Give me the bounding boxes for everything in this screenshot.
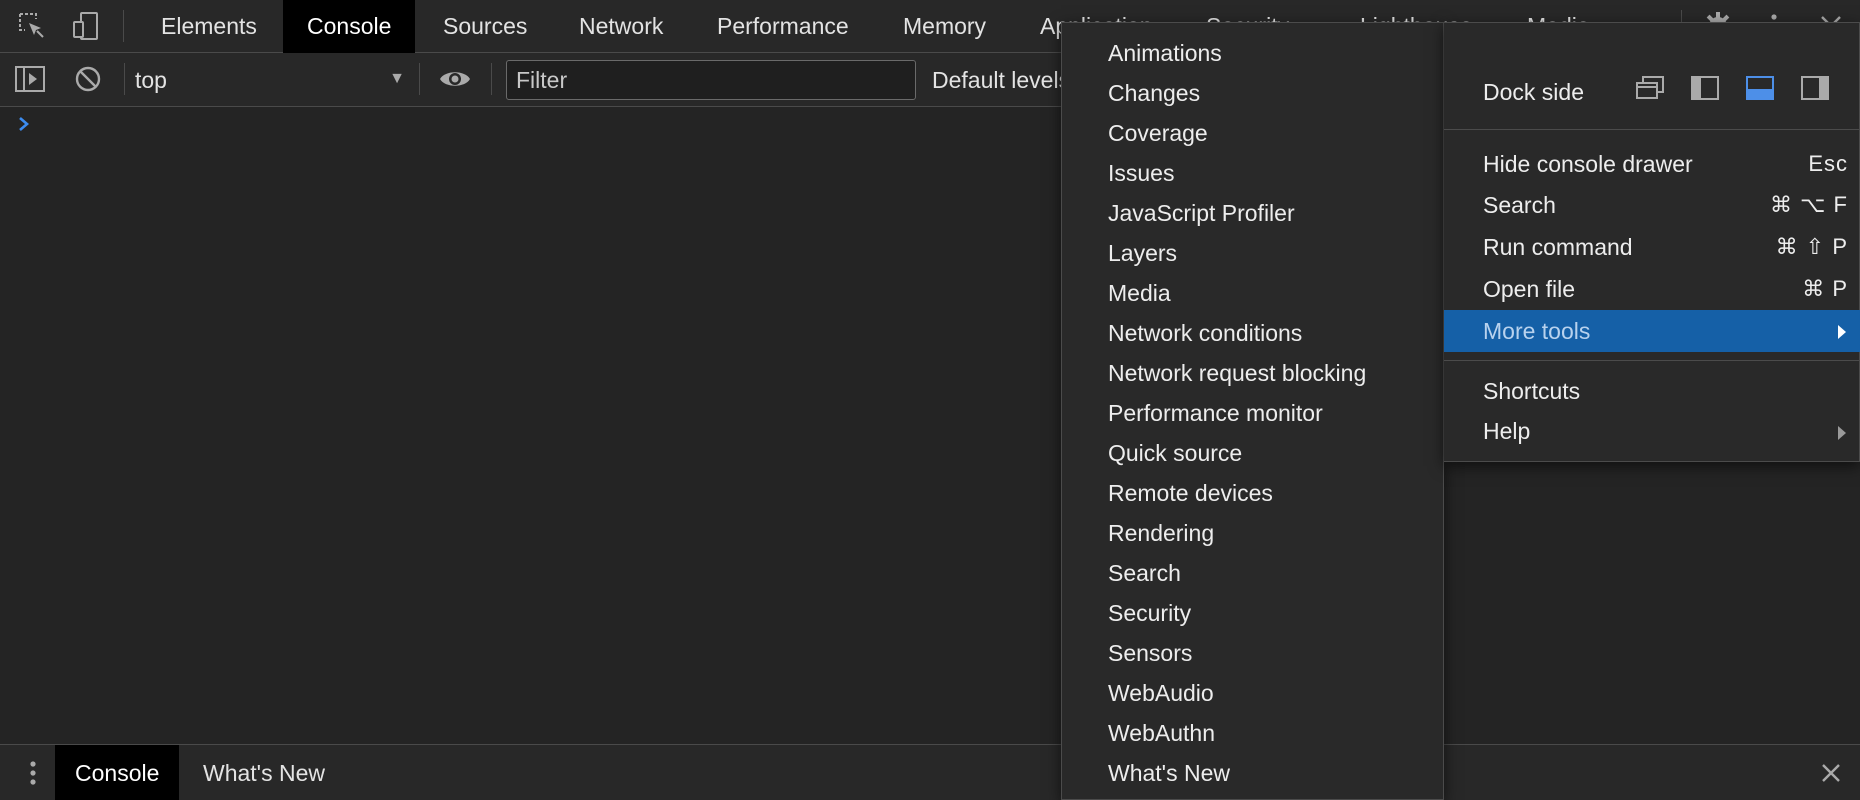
menu-item-layers[interactable]: Layers — [1108, 233, 1177, 273]
menu-item-rendering[interactable]: Rendering — [1108, 513, 1214, 553]
toolbar-divider — [123, 10, 124, 42]
menu-item-shortcut: ⌘ P — [1802, 276, 1848, 301]
menu-item-label: Shortcuts — [1483, 377, 1581, 404]
menu-item-media[interactable]: Media — [1108, 273, 1171, 313]
log-levels-dropdown[interactable]: Default levels — [932, 53, 1070, 107]
tab-performance[interactable]: Performance — [693, 0, 873, 53]
console-drawer: Console What's New — [0, 744, 1860, 800]
menu-item-label: Open file — [1483, 275, 1576, 302]
menu-item-shortcut: ⌘ ⇧ P — [1775, 234, 1848, 259]
menu-item-hide-console-drawer[interactable]: Hide console drawer Esc — [1444, 143, 1860, 185]
menu-item-quick-source[interactable]: Quick source — [1108, 433, 1242, 473]
customize-devtools-menu: Dock side Hide console drawer Esc Search… — [1444, 22, 1860, 462]
menu-item-network-conditions[interactable]: Network conditions — [1108, 313, 1302, 353]
menu-item-label: Help — [1483, 417, 1531, 444]
menu-item-webaudio[interactable]: WebAudio — [1108, 673, 1214, 713]
tab-sources[interactable]: Sources — [419, 0, 551, 53]
drawer-tab-whats-new[interactable]: What's New — [183, 745, 345, 800]
show-sidebar-icon[interactable] — [12, 61, 48, 97]
menu-separator — [1444, 360, 1860, 361]
menu-item-shortcut: ⌘ ⌥ F — [1769, 192, 1848, 217]
menu-item-coverage[interactable]: Coverage — [1108, 113, 1208, 153]
toolbar-divider — [419, 63, 420, 95]
submenu-arrow-icon — [1836, 321, 1848, 347]
menu-item-webauthn[interactable]: WebAuthn — [1108, 713, 1215, 753]
toolbar-divider — [124, 63, 125, 95]
drawer-menu-dots-icon[interactable] — [15, 755, 51, 791]
toolbar-divider — [491, 63, 492, 95]
menu-item-search[interactable]: Search — [1108, 553, 1181, 593]
inspect-element-icon[interactable] — [14, 8, 50, 44]
menu-item-security[interactable]: Security — [1108, 593, 1191, 633]
filter-input[interactable] — [506, 60, 916, 100]
menu-item-label: Run command — [1483, 233, 1633, 260]
menu-item-label: More tools — [1483, 317, 1591, 344]
caret-down-icon: ▼ — [389, 70, 405, 87]
menu-item-animations[interactable]: Animations — [1108, 33, 1222, 73]
drawer-tab-console[interactable]: Console — [55, 745, 180, 800]
drawer-close-icon[interactable] — [1813, 755, 1849, 791]
menu-item-shortcuts[interactable]: Shortcuts — [1444, 370, 1860, 412]
dock-left-icon[interactable] — [1690, 75, 1720, 101]
menu-item-issues[interactable]: Issues — [1108, 153, 1174, 193]
menu-item-javascript-profiler[interactable]: JavaScript Profiler — [1108, 193, 1295, 233]
menu-item-label: Search — [1483, 191, 1556, 218]
more-tools-submenu: Animations Changes Coverage Issues JavaS… — [1061, 22, 1444, 800]
menu-item-whats-new[interactable]: What's New — [1108, 753, 1230, 793]
context-selector-value: top — [135, 66, 167, 93]
menu-item-performance-monitor[interactable]: Performance monitor — [1108, 393, 1323, 433]
submenu-arrow-icon — [1836, 422, 1848, 448]
menu-item-network-request-blocking[interactable]: Network request blocking — [1108, 353, 1366, 393]
console-prompt-chevron-icon — [16, 114, 32, 139]
dock-side-label: Dock side — [1483, 78, 1584, 105]
tab-elements[interactable]: Elements — [137, 0, 281, 53]
undock-icon[interactable] — [1635, 75, 1665, 101]
menu-separator — [1444, 129, 1860, 130]
menu-item-run-command[interactable]: Run command ⌘ ⇧ P — [1444, 226, 1860, 268]
menu-item-sensors[interactable]: Sensors — [1108, 633, 1192, 673]
menu-item-search[interactable]: Search ⌘ ⌥ F — [1444, 184, 1860, 226]
device-toolbar-icon[interactable] — [68, 8, 104, 44]
context-selector[interactable]: top ▼ — [135, 53, 405, 107]
menu-item-open-file[interactable]: Open file ⌘ P — [1444, 268, 1860, 310]
tab-console[interactable]: Console — [283, 0, 416, 53]
dock-right-icon[interactable] — [1800, 75, 1830, 101]
dock-bottom-icon[interactable] — [1745, 75, 1775, 101]
tab-network[interactable]: Network — [555, 0, 687, 53]
tab-memory[interactable]: Memory — [879, 0, 1010, 53]
menu-item-remote-devices[interactable]: Remote devices — [1108, 473, 1273, 513]
clear-console-icon[interactable] — [70, 61, 106, 97]
menu-item-more-tools[interactable]: More tools — [1444, 310, 1860, 352]
menu-item-help[interactable]: Help — [1444, 410, 1860, 452]
live-expression-eye-icon[interactable] — [437, 61, 473, 97]
menu-item-changes[interactable]: Changes — [1108, 73, 1200, 113]
menu-item-shortcut: Esc — [1808, 151, 1848, 176]
menu-item-label: Hide console drawer — [1483, 150, 1693, 177]
